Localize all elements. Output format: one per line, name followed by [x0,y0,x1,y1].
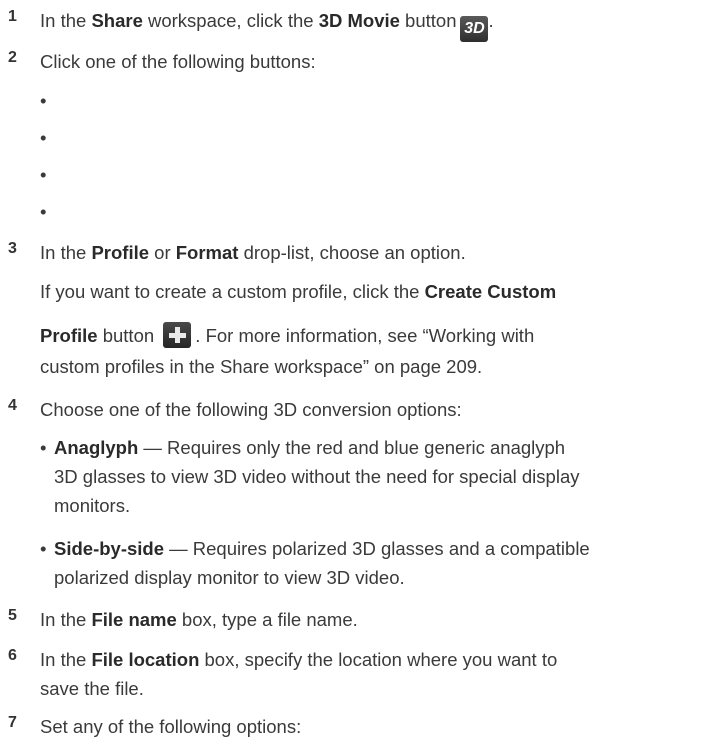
list-item: • [40,164,47,185]
step-3-paragraph-line-2: Profile button . For more information, s… [40,321,707,350]
step-number: 7 [8,714,17,731]
anaglyph-line-3: monitors. [54,495,131,516]
step-text: In the Share workspace, click the 3D Mov… [40,6,707,42]
step-text: Click one of the following buttons: [40,51,316,72]
share-term: Share [91,10,143,31]
3d-movie-icon: 3D [460,16,489,42]
step-3-paragraph-line-1: If you want to create a custom profile, … [40,281,557,302]
list-item: • [40,201,47,222]
3d-movie-term: 3D Movie [318,10,400,31]
step-number: 4 [8,397,17,414]
step-text: In the File name box, type a file name. [40,609,358,630]
list-item-anaglyph: • Anaglyph — Requires only the red and bl… [40,437,566,458]
document-page: 1 In the Share workspace, click the 3D M… [0,0,715,745]
step-number: 6 [8,647,17,664]
step-text: In the Profile or Format drop-list, choo… [40,242,466,263]
list-item: • [40,90,47,111]
step-6-line-2: save the file. [40,678,144,699]
step-number: 2 [8,49,17,66]
side-by-side-line-2: polarized display monitor to view 3D vid… [54,567,405,588]
step-number: 3 [8,240,17,257]
step-number: 5 [8,607,17,624]
step-text: Set any of the following options: [40,716,302,737]
plus-icon [163,322,192,348]
list-item: • [40,127,47,148]
step-number: 1 [8,8,17,25]
list-item-side-by-side: • Side-by-side — Requires polarized 3D gl… [40,538,590,559]
step-text: In the File location box, specify the lo… [40,649,558,670]
step-text: Choose one of the following 3D conversio… [40,399,462,420]
step-3-paragraph-line-3: custom profiles in the Share workspace” … [40,356,483,377]
anaglyph-line-2: 3D glasses to view 3D video without the … [54,466,580,487]
